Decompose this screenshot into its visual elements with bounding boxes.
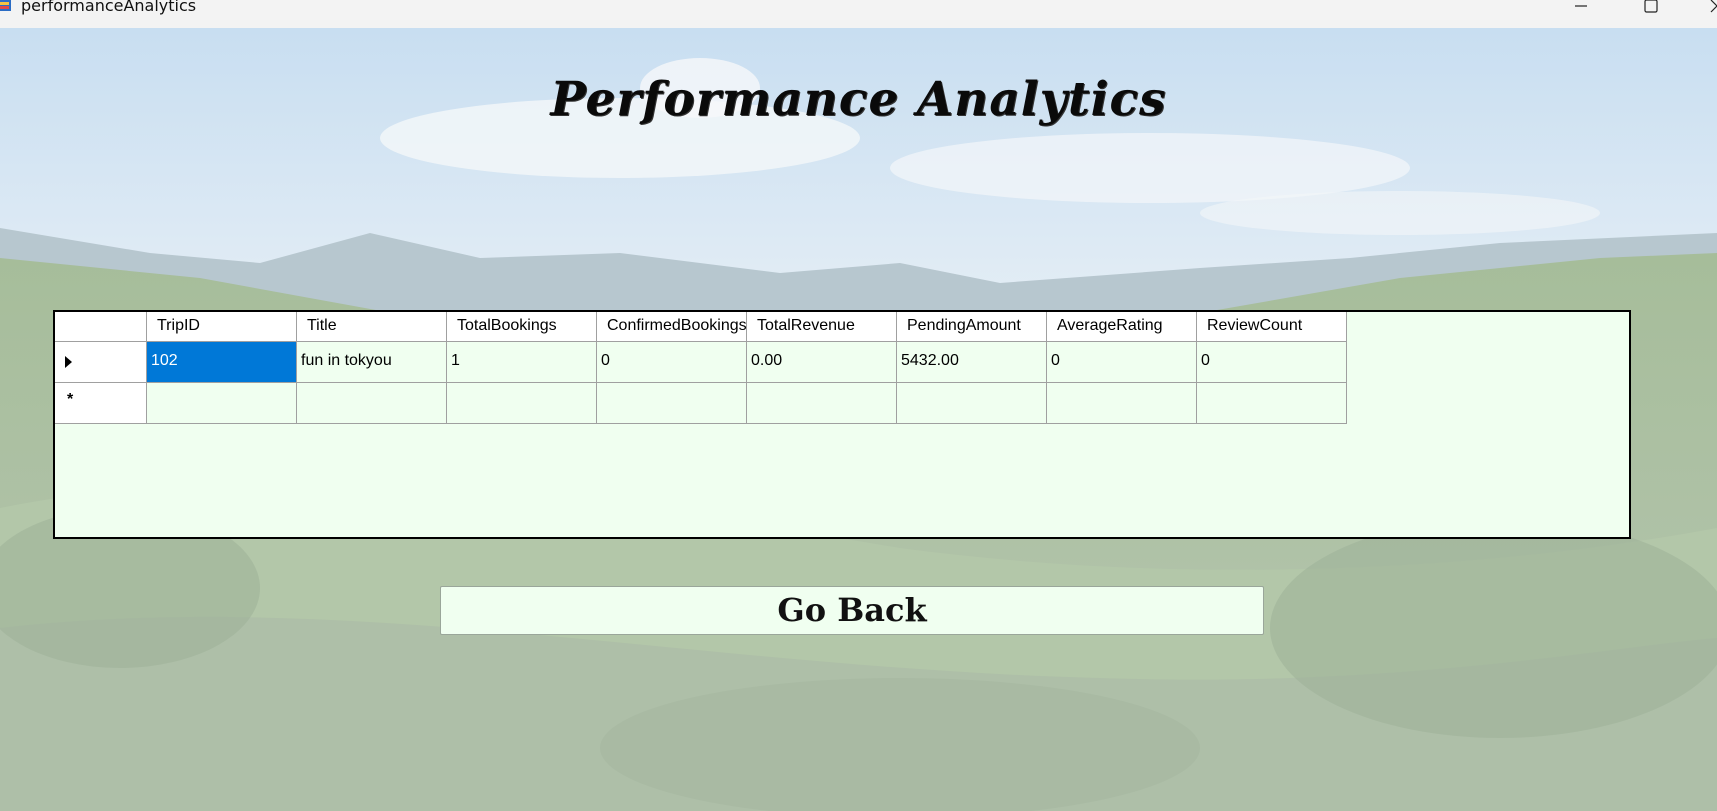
column-header[interactable]: PendingAmount xyxy=(897,312,1047,342)
new-row-cell[interactable] xyxy=(1047,383,1197,424)
column-header[interactable]: ReviewCount xyxy=(1197,312,1347,342)
column-header[interactable]: TripID xyxy=(147,312,297,342)
new-row-cell[interactable] xyxy=(597,383,747,424)
new-row-cell[interactable] xyxy=(897,383,1047,424)
close-icon[interactable] xyxy=(1694,0,1717,18)
table-cell[interactable]: 0 xyxy=(1047,342,1197,383)
window-titlebar: performanceAnalytics xyxy=(0,0,1717,28)
new-row-cell[interactable] xyxy=(447,383,597,424)
app-icon xyxy=(0,0,11,11)
minimize-icon[interactable] xyxy=(1558,0,1604,18)
analytics-data-grid[interactable]: TripID Title TotalBookings ConfirmedBooking… xyxy=(53,310,1631,539)
table-cell[interactable]: 102 xyxy=(147,342,297,383)
column-header[interactable]: AverageRating xyxy=(1047,312,1197,342)
new-row-star-icon: * xyxy=(67,391,74,408)
column-header[interactable]: TotalBookings xyxy=(447,312,597,342)
table-cell[interactable]: 1 xyxy=(447,342,597,383)
table-cell[interactable]: 5432.00 xyxy=(897,342,1047,383)
window-title: performanceAnalytics xyxy=(21,0,197,15)
row-header[interactable] xyxy=(55,342,147,383)
go-back-button[interactable]: Go Back xyxy=(440,586,1264,635)
column-header[interactable]: TotalRevenue xyxy=(747,312,897,342)
page-title: Performance Analytics xyxy=(550,72,1167,127)
column-header[interactable]: ConfirmedBookings xyxy=(597,312,747,342)
column-header[interactable]: Title xyxy=(297,312,447,342)
new-row-header[interactable]: * xyxy=(55,383,147,424)
form-client-area: Performance Analytics TripID Title TotalBo… xyxy=(0,28,1717,811)
grid-corner-header[interactable] xyxy=(55,312,147,342)
new-row-cell[interactable] xyxy=(147,383,297,424)
new-row-cell[interactable] xyxy=(1197,383,1347,424)
table-cell[interactable]: fun in tokyou xyxy=(297,342,447,383)
table-cell[interactable]: 0 xyxy=(597,342,747,383)
new-row-cell[interactable] xyxy=(297,383,447,424)
table-cell[interactable]: 0 xyxy=(1197,342,1347,383)
new-row-cell[interactable] xyxy=(747,383,897,424)
current-row-arrow-icon xyxy=(65,356,72,368)
table-cell[interactable]: 0.00 xyxy=(747,342,897,383)
maximize-icon[interactable] xyxy=(1628,0,1674,18)
